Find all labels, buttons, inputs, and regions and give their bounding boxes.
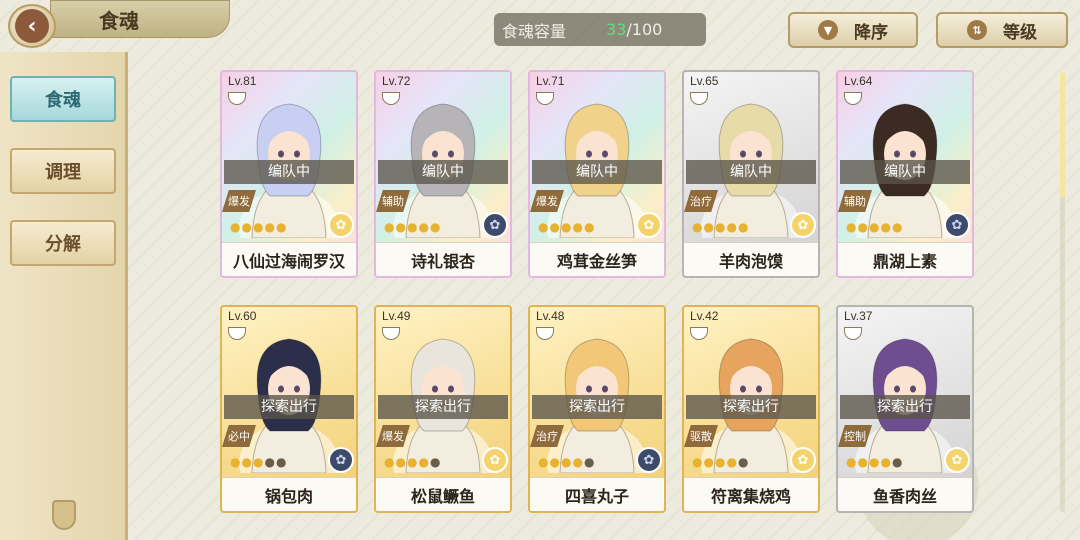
sidebar-ornament bbox=[52, 500, 76, 530]
sidebar: 食魂 调理 分解 bbox=[0, 52, 128, 540]
status-banner: 探索出行 bbox=[224, 395, 354, 419]
status-banner: 编队中 bbox=[532, 160, 662, 184]
soul-card[interactable]: Lv.42 探索出行 驱散 ●●●●● ✿ 符离集烧鸡 bbox=[682, 305, 820, 513]
star-rating: ●●●●● bbox=[692, 220, 750, 234]
star-rating: ●●●●● bbox=[230, 220, 288, 234]
star-rating: ●●●●● bbox=[538, 455, 596, 469]
back-button[interactable]: ‹ bbox=[8, 4, 56, 48]
flower-icon: ✿ bbox=[482, 447, 508, 473]
flower-icon: ✿ bbox=[636, 447, 662, 473]
capacity-count: 33 bbox=[606, 20, 627, 39]
soul-card[interactable]: Lv.81 编队中 爆发 ●●●●● ✿ 八仙过海闹罗汉 bbox=[220, 70, 358, 278]
page-title: 食魂 bbox=[50, 0, 230, 38]
level-label: Lv.60 bbox=[228, 309, 257, 323]
soul-name: 四喜丸子 bbox=[530, 477, 664, 511]
soul-card[interactable]: Lv.71 编队中 爆发 ●●●●● ✿ 鸡茸金丝笋 bbox=[528, 70, 666, 278]
soul-name: 鸡茸金丝笋 bbox=[530, 242, 664, 276]
level-label: Lv.64 bbox=[844, 74, 873, 88]
soul-name: 松鼠鳜鱼 bbox=[376, 477, 510, 511]
sidebar-item-label: 分解 bbox=[45, 234, 81, 255]
soul-name: 鼎湖上素 bbox=[838, 242, 972, 276]
soul-card[interactable]: Lv.37 探索出行 控制 ●●●●● ✿ 鱼香肉丝 bbox=[836, 305, 974, 513]
flower-icon: ✿ bbox=[328, 212, 354, 238]
soul-card[interactable]: Lv.49 探索出行 爆发 ●●●●● ✿ 松鼠鳜鱼 bbox=[374, 305, 512, 513]
flower-icon: ✿ bbox=[790, 447, 816, 473]
level-label: Lv.72 bbox=[382, 74, 411, 88]
status-banner: 探索出行 bbox=[840, 395, 970, 419]
status-banner: 探索出行 bbox=[532, 395, 662, 419]
soul-card[interactable]: Lv.65 编队中 治疗 ●●●●● ✿ 羊肉泡馍 bbox=[682, 70, 820, 278]
level-label: Lv.49 bbox=[382, 309, 411, 323]
sidebar-item-decompose[interactable]: 分解 bbox=[10, 220, 116, 266]
soul-card[interactable]: Lv.48 探索出行 治疗 ●●●●● ✿ 四喜丸子 bbox=[528, 305, 666, 513]
status-banner: 探索出行 bbox=[378, 395, 508, 419]
flower-icon: ✿ bbox=[790, 212, 816, 238]
soul-card[interactable]: Lv.64 编队中 辅助 ●●●●● ✿ 鼎湖上素 bbox=[836, 70, 974, 278]
star-rating: ●●●●● bbox=[846, 455, 904, 469]
level-label: Lv.81 bbox=[228, 74, 257, 88]
star-rating: ●●●●● bbox=[538, 220, 596, 234]
status-banner: 探索出行 bbox=[686, 395, 816, 419]
sort-key-button[interactable]: ⇅ 等级 bbox=[936, 12, 1068, 48]
level-label: Lv.71 bbox=[536, 74, 565, 88]
sort-order-label: 降序 bbox=[854, 22, 888, 43]
star-rating: ●●●●● bbox=[692, 455, 750, 469]
level-label: Lv.65 bbox=[690, 74, 719, 88]
star-rating: ●●●●● bbox=[384, 455, 442, 469]
scrollbar-thumb[interactable] bbox=[1060, 72, 1065, 198]
sort-key-label: 等级 bbox=[1003, 22, 1037, 43]
status-banner: 编队中 bbox=[378, 160, 508, 184]
sort-arrows-icon: ⇅ bbox=[967, 20, 987, 40]
page-title-text: 食魂 bbox=[99, 8, 139, 33]
level-label: Lv.48 bbox=[536, 309, 565, 323]
flower-icon: ✿ bbox=[944, 447, 970, 473]
level-label: Lv.37 bbox=[844, 309, 873, 323]
sort-order-button[interactable]: ▼ 降序 bbox=[788, 12, 918, 48]
star-rating: ●●●●● bbox=[230, 455, 288, 469]
star-rating: ●●●●● bbox=[384, 220, 442, 234]
flower-icon: ✿ bbox=[328, 447, 354, 473]
triangle-down-icon: ▼ bbox=[818, 20, 838, 40]
sidebar-item-label: 食魂 bbox=[45, 90, 81, 111]
star-rating: ●●●●● bbox=[846, 220, 904, 234]
capacity-total: /100 bbox=[626, 20, 663, 39]
status-banner: 编队中 bbox=[224, 160, 354, 184]
flower-icon: ✿ bbox=[636, 212, 662, 238]
status-banner: 编队中 bbox=[686, 160, 816, 184]
soul-card[interactable]: Lv.60 探索出行 必中 ●●●●● ✿ 锅包肉 bbox=[220, 305, 358, 513]
soul-name: 锅包肉 bbox=[222, 477, 356, 511]
level-label: Lv.42 bbox=[690, 309, 719, 323]
soul-name: 符离集烧鸡 bbox=[684, 477, 818, 511]
flower-icon: ✿ bbox=[482, 212, 508, 238]
soul-name: 诗礼银杏 bbox=[376, 242, 510, 276]
sidebar-item-label: 调理 bbox=[45, 162, 81, 183]
soul-name: 羊肉泡馍 bbox=[684, 242, 818, 276]
soul-name: 八仙过海闹罗汉 bbox=[222, 242, 356, 276]
flower-icon: ✿ bbox=[944, 212, 970, 238]
capacity-display: 食魂容量 33 /100 bbox=[494, 13, 706, 46]
status-banner: 编队中 bbox=[840, 160, 970, 184]
soul-name: 鱼香肉丝 bbox=[838, 477, 972, 511]
chevron-left-icon: ‹ bbox=[15, 9, 49, 43]
soul-card[interactable]: Lv.72 编队中 辅助 ●●●●● ✿ 诗礼银杏 bbox=[374, 70, 512, 278]
sidebar-item-cultivate[interactable]: 调理 bbox=[10, 148, 116, 194]
capacity-label: 食魂容量 bbox=[502, 21, 567, 41]
sidebar-item-souls[interactable]: 食魂 bbox=[10, 76, 116, 122]
